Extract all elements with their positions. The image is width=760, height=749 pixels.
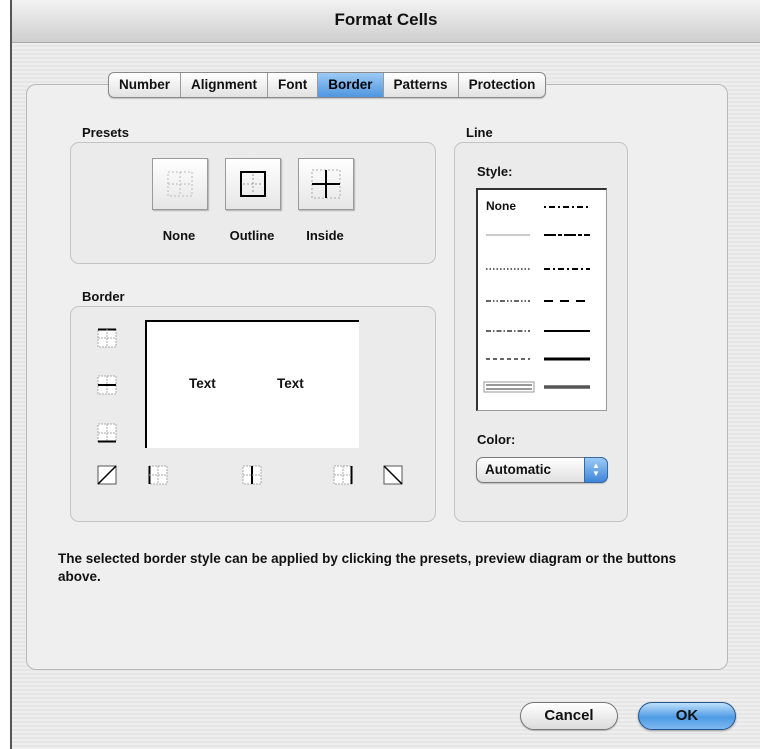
border-left-button[interactable] bbox=[145, 462, 171, 488]
cancel-button[interactable]: Cancel bbox=[520, 702, 618, 730]
preview-borders bbox=[145, 320, 359, 448]
preview-text-left: Text bbox=[189, 376, 216, 391]
preset-inside-button[interactable] bbox=[298, 158, 354, 210]
tab-border[interactable]: Border bbox=[318, 73, 384, 97]
line-group-label: Line bbox=[466, 125, 493, 140]
window-title: Format Cells bbox=[12, 0, 760, 43]
preset-none-icon bbox=[167, 171, 193, 197]
border-top-icon bbox=[97, 328, 117, 348]
border-diagonal-up-button[interactable] bbox=[94, 462, 120, 488]
border-inside-vertical-button[interactable] bbox=[239, 462, 265, 488]
preset-inside-label: Inside bbox=[306, 228, 344, 243]
tab-number[interactable]: Number bbox=[109, 73, 182, 97]
border-inside-vertical-icon bbox=[242, 465, 262, 485]
preview-text-right: Text bbox=[277, 376, 304, 391]
tab-protection[interactable]: Protection bbox=[459, 73, 546, 97]
color-label: Color: bbox=[477, 432, 516, 447]
border-diagonal-down-icon bbox=[383, 465, 403, 485]
chevron-up-down-icon: ▲ ▼ bbox=[584, 457, 608, 483]
preset-inside-icon bbox=[311, 169, 341, 199]
color-select-value: Automatic bbox=[485, 462, 552, 477]
border-diagonal-up-icon bbox=[97, 465, 117, 485]
preset-none-button[interactable] bbox=[152, 158, 208, 210]
tab-bar: Number Alignment Font Border Patterns Pr… bbox=[108, 72, 547, 98]
tab-font[interactable]: Font bbox=[268, 73, 319, 97]
presets-group-label: Presets bbox=[82, 125, 129, 140]
hint-text: The selected border style can be applied… bbox=[58, 551, 677, 584]
preset-none-label: None bbox=[162, 228, 196, 243]
ok-button[interactable]: OK bbox=[638, 702, 736, 730]
preset-outline-icon bbox=[240, 171, 266, 197]
border-inside-horizontal-icon bbox=[97, 375, 117, 395]
border-bottom-button[interactable] bbox=[94, 420, 120, 446]
tab-alignment[interactable]: Alignment bbox=[181, 73, 269, 97]
tab-patterns[interactable]: Patterns bbox=[384, 73, 459, 97]
line-style-list[interactable]: None bbox=[476, 188, 607, 411]
line-style-samples bbox=[483, 206, 590, 393]
border-group-label: Border bbox=[82, 289, 125, 304]
border-top-button[interactable] bbox=[94, 325, 120, 351]
border-inside-horizontal-button[interactable] bbox=[94, 372, 120, 398]
border-bottom-icon bbox=[97, 423, 117, 443]
border-left-icon bbox=[148, 465, 168, 485]
style-label: Style: bbox=[477, 164, 513, 179]
border-preview-diagram[interactable]: Text Text bbox=[145, 320, 359, 448]
color-select[interactable]: Automatic ▲ ▼ bbox=[476, 457, 608, 483]
preset-outline-label: Outline bbox=[229, 228, 275, 243]
border-right-icon bbox=[333, 465, 353, 485]
preset-outline-button[interactable] bbox=[225, 158, 281, 210]
border-right-button[interactable] bbox=[330, 462, 356, 488]
border-diagonal-down-button[interactable] bbox=[380, 462, 406, 488]
